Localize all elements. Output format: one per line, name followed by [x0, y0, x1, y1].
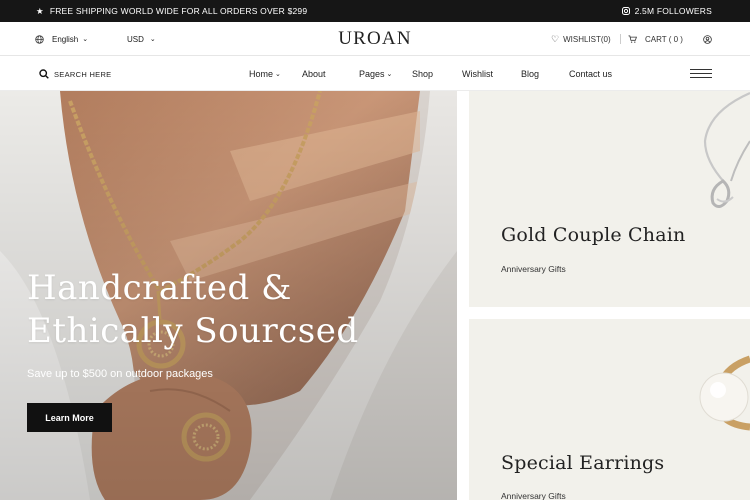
- user-icon: [703, 34, 712, 44]
- nav-item-blog[interactable]: Blog: [521, 57, 539, 91]
- nav-item-label: Pages: [359, 69, 385, 79]
- heart-icon: ♡: [551, 33, 560, 44]
- search-bar[interactable]: SEARCH HERE: [39, 57, 111, 91]
- nav-item-contact[interactable]: Contact us: [569, 57, 612, 91]
- promo-title: Special Earrings: [501, 452, 665, 474]
- nav-item-label: Shop: [412, 69, 434, 79]
- hero-title-line: Ethically Sourcsed: [27, 311, 359, 351]
- search-icon: [39, 69, 49, 79]
- chevron-down-icon: ⌄: [386, 71, 393, 78]
- hero-subtitle: Save up to $500 on outdoor packages: [27, 368, 213, 380]
- main-nav: SEARCH HERE Home ⌄ About Pages ⌄ Shop Wi…: [0, 57, 750, 91]
- nav-item-home[interactable]: Home ⌄: [249, 57, 281, 91]
- wishlist-link[interactable]: ♡ WISHLIST(0): [551, 22, 611, 56]
- cart-icon: [628, 35, 637, 43]
- cart-link[interactable]: CART ( 0 ): [628, 22, 683, 56]
- promo-card-gold-chain[interactable]: Gold Couple Chain Anniversary Gifts: [469, 91, 750, 307]
- nav-item-pages[interactable]: Pages ⌄: [359, 57, 392, 91]
- nav-item-label: Wishlist: [462, 69, 493, 79]
- header: English ⌄ USD ⌄ UROAN ♡ WISHLIST(0) CART…: [0, 22, 750, 56]
- star-icon: ★: [36, 5, 44, 16]
- account-link[interactable]: [703, 22, 712, 56]
- chain-pendant-image: [703, 91, 750, 208]
- shipping-notice: ★ FREE SHIPPING WORLD WIDE FOR ALL ORDER…: [36, 0, 307, 22]
- hero-title: Handcrafted & Ethically Sourcsed: [27, 267, 359, 353]
- shipping-text: FREE SHIPPING WORLD WIDE FOR ALL ORDERS …: [49, 6, 308, 16]
- hero-title-line: Handcrafted &: [27, 268, 292, 308]
- followers-text: 2.5M FOLLOWERS: [634, 6, 712, 16]
- learn-more-button[interactable]: Learn More: [27, 403, 112, 432]
- nav-item-wishlist[interactable]: Wishlist: [462, 57, 493, 91]
- nav-item-label: Home: [249, 69, 274, 79]
- cart-label: CART ( 0 ): [645, 34, 683, 44]
- search-input[interactable]: SEARCH HERE: [54, 70, 111, 79]
- promo-title: Gold Couple Chain: [501, 224, 686, 246]
- hamburger-menu-icon[interactable]: [690, 69, 712, 79]
- hero-banner: Handcrafted & Ethically Sourcsed Save up…: [0, 91, 457, 500]
- nav-item-about[interactable]: About: [302, 57, 326, 91]
- announcement-bar: ★ FREE SHIPPING WORLD WIDE FOR ALL ORDER…: [0, 0, 750, 22]
- nav-item-label: Blog: [521, 69, 540, 79]
- nav-item-shop[interactable]: Shop: [412, 57, 433, 91]
- followers-link[interactable]: 2.5M FOLLOWERS: [621, 0, 712, 22]
- nav-item-label: About: [302, 69, 326, 79]
- promo-subtitle: Anniversary Gifts: [501, 264, 566, 274]
- wishlist-label: WISHLIST(0): [563, 34, 611, 44]
- nav-item-label: Contact us: [569, 69, 613, 79]
- promo-card-earrings[interactable]: Special Earrings Anniversary Gifts: [469, 319, 750, 500]
- chevron-down-icon: ⌄: [275, 71, 281, 78]
- instagram-icon: [621, 7, 630, 15]
- promo-subtitle: Anniversary Gifts: [501, 491, 566, 500]
